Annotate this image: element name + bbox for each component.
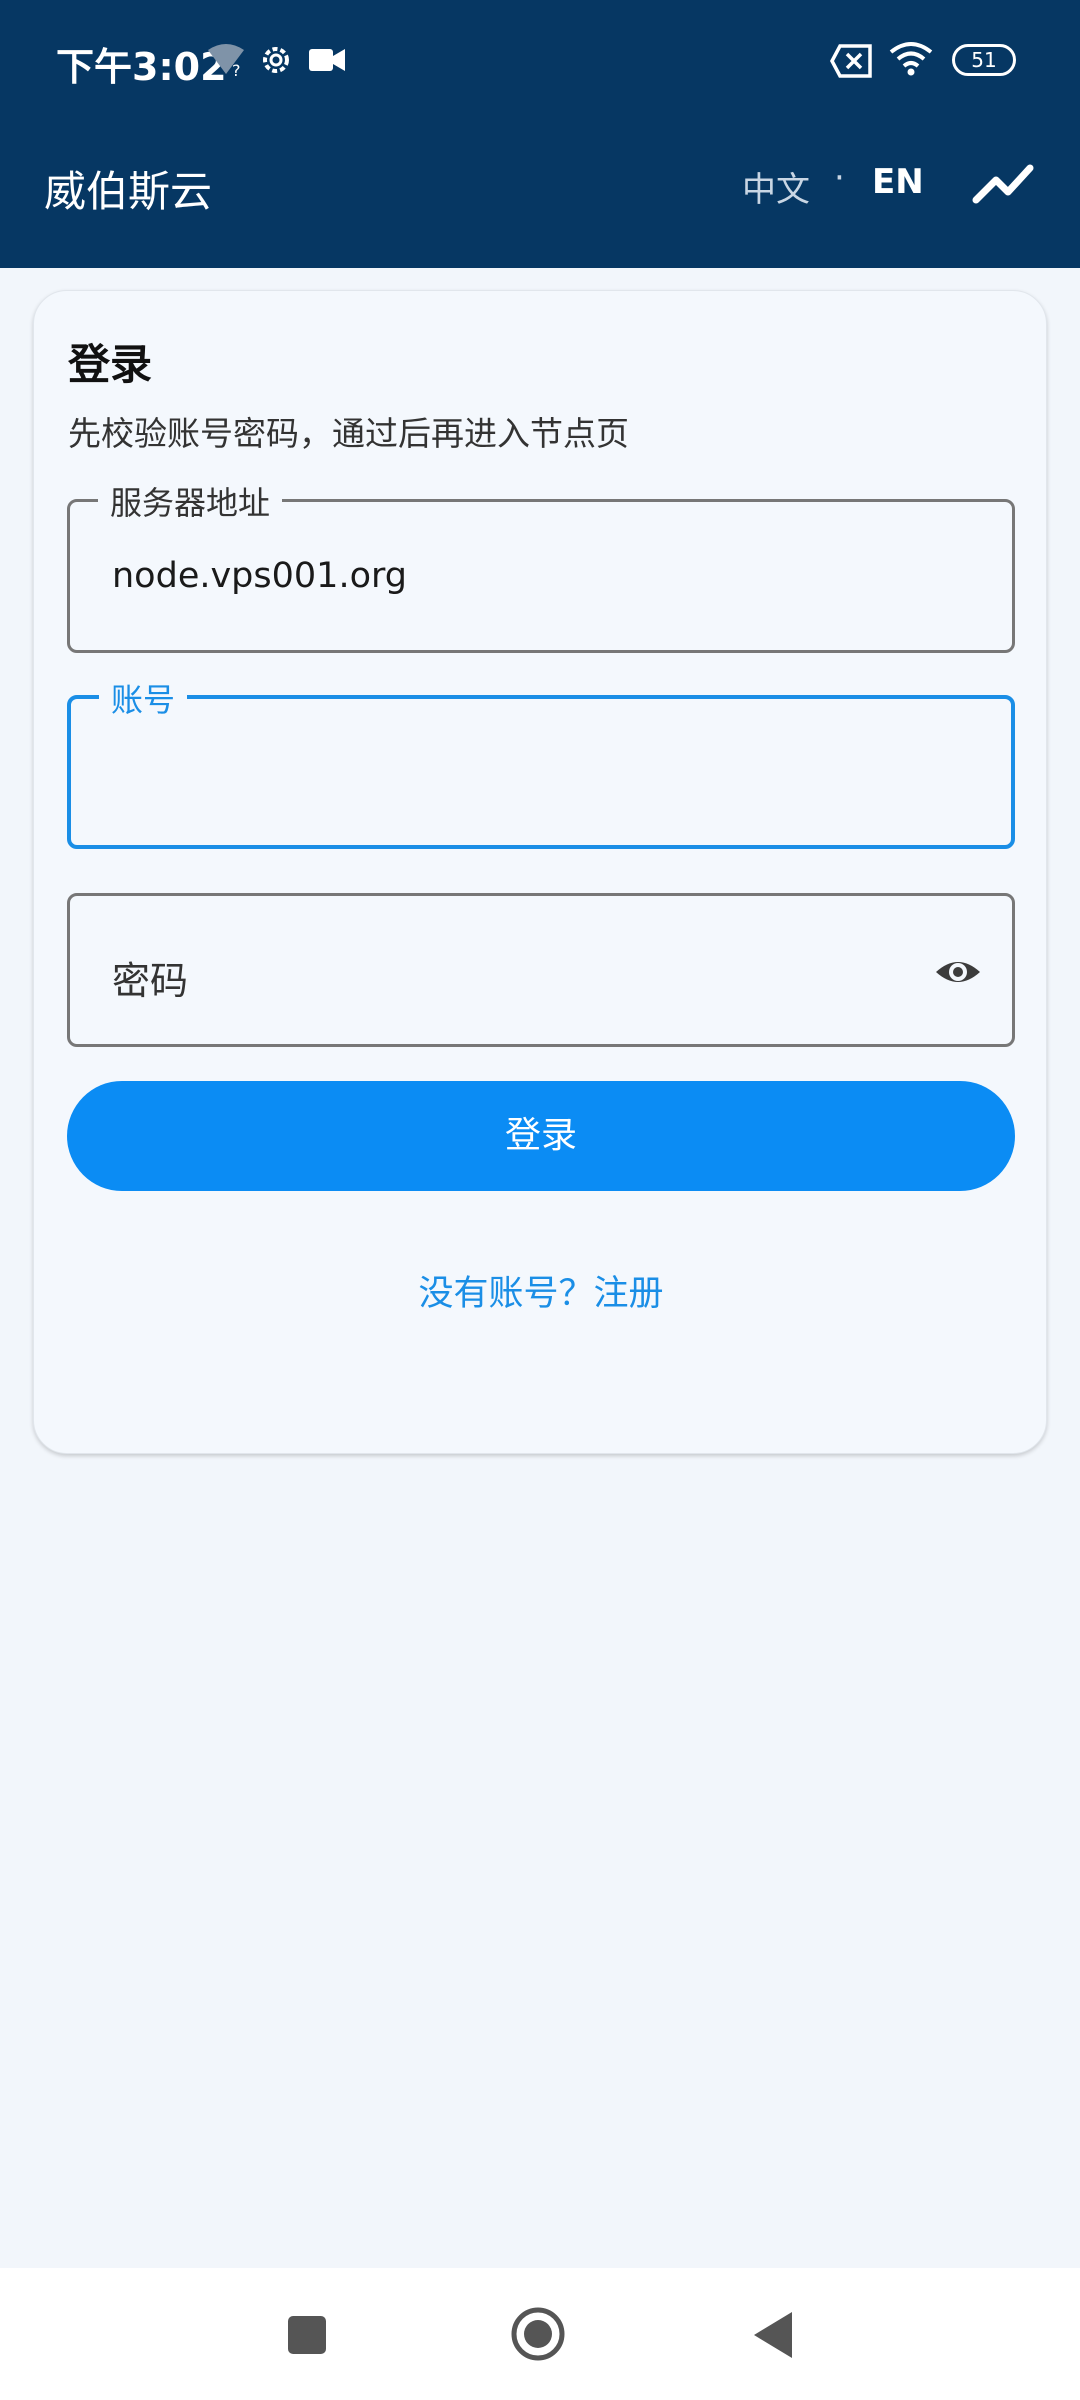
register-link[interactable]: 没有账号？注册 [34, 1265, 1048, 1316]
login-card: 登录 先校验账号密码，通过后再进入节点页 服务器地址 node.vps001.o… [33, 290, 1047, 1454]
trending-up-icon[interactable] [972, 152, 1036, 216]
sim-off-icon [830, 44, 874, 82]
account-label: 账号 [99, 675, 188, 721]
back-icon[interactable] [740, 2302, 804, 2366]
card-title: 登录 [68, 340, 153, 389]
password-placeholder: 密码 [112, 959, 189, 1003]
server-address-value: node.vps001.org [112, 556, 407, 596]
navigation-bar [0, 2268, 1080, 2400]
password-field[interactable]: 密码 [67, 893, 1015, 1047]
video-camera-icon [308, 46, 346, 78]
battery-icon: 51 [952, 44, 1016, 76]
login-button[interactable]: 登录 [67, 1081, 1015, 1191]
server-address-field[interactable]: 服务器地址 node.vps001.org [67, 478, 1015, 653]
svg-text:?: ? [232, 61, 241, 78]
app-title: 威伯斯云 [44, 167, 213, 216]
screen: 下午3:02 ? 51 威伯斯云 中文 · EN 登录 先校验账号密码，通过后再… [0, 0, 1080, 2400]
wifi-icon [888, 40, 934, 82]
status-bar: 下午3:02 ? 51 [0, 0, 1080, 122]
language-chinese-button[interactable]: 中文 [742, 162, 810, 211]
eye-icon[interactable] [934, 948, 982, 996]
account-field[interactable]: 账号 [67, 675, 1015, 849]
status-time: 下午3:02 [56, 45, 227, 89]
server-address-label: 服务器地址 [98, 478, 283, 524]
recent-apps-icon[interactable] [274, 2302, 338, 2366]
language-english-button[interactable]: EN [872, 162, 924, 202]
wifi-unknown-icon: ? [206, 44, 246, 82]
language-separator: · [834, 158, 845, 198]
gear-icon [258, 42, 294, 82]
app-bar: 威伯斯云 中文 · EN [0, 122, 1080, 268]
home-icon[interactable] [506, 2302, 570, 2366]
card-subtitle: 先校验账号密码，通过后再进入节点页 [68, 414, 629, 453]
